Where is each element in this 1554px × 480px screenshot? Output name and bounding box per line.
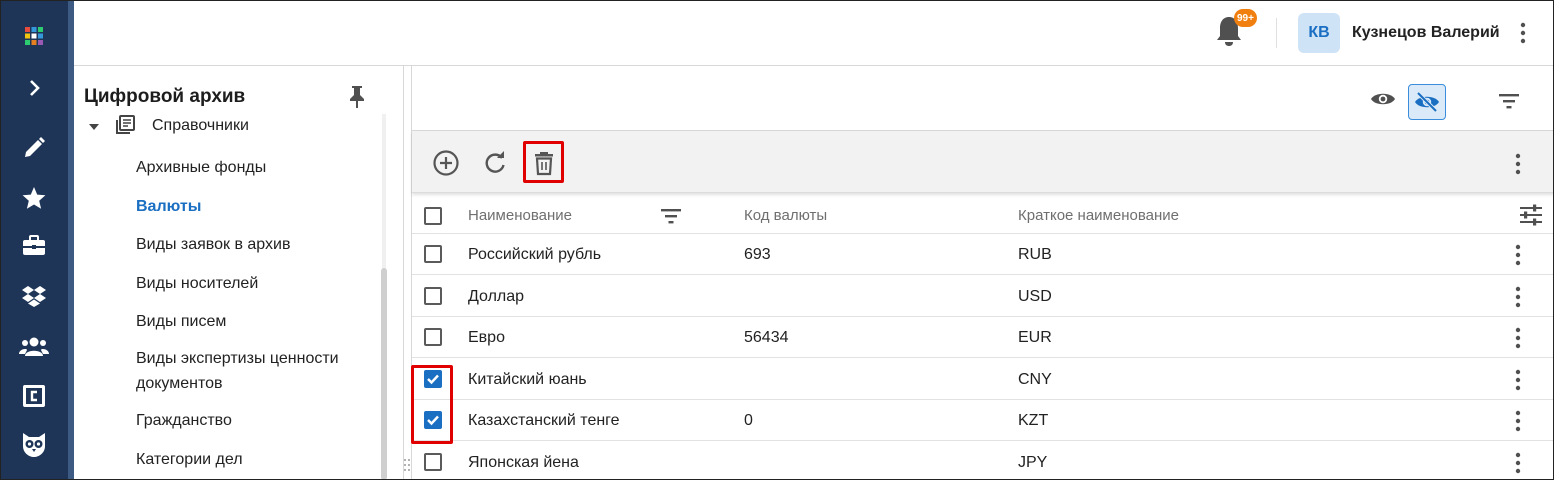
row-checkbox[interactable] [424, 369, 442, 388]
refresh-icon[interactable] [480, 148, 510, 178]
cell-name: Доллар [468, 287, 525, 305]
sidebar-item-expertise-types[interactable]: Виды экспертизы ценности документов [136, 346, 376, 396]
cell-name: Казахстанский тенге [468, 412, 620, 429]
sidebar-item-request-types[interactable]: Виды заявок в архив [136, 232, 376, 257]
sidebar: Цифровой архив Справочники Архивные фонд… [74, 66, 404, 480]
cell-short: CNY [1018, 370, 1052, 388]
pin-icon[interactable] [346, 84, 368, 110]
eye-icon[interactable] [1370, 88, 1396, 110]
sidebar-item-case-categories[interactable]: Категории дел [136, 447, 376, 472]
table-row[interactable]: Японская йена JPY [412, 442, 1554, 480]
cell-name: Японская йена [468, 453, 579, 471]
panel-splitter[interactable] [404, 66, 412, 480]
apps-grid-icon[interactable] [14, 16, 54, 56]
cell-short: JPY [1018, 453, 1048, 471]
table-toolbar [412, 131, 1554, 193]
table-row[interactable]: Китайский юань CNY [412, 359, 1554, 400]
avatar[interactable]: КВ [1298, 13, 1340, 53]
trash-icon[interactable] [529, 148, 559, 178]
star-icon[interactable] [14, 178, 54, 218]
table-row[interactable]: Российский рубль 693 RUB [412, 234, 1554, 275]
left-rail [0, 0, 68, 480]
sidebar-item-currencies[interactable]: Валюты [136, 194, 376, 219]
row-more-icon[interactable] [1508, 368, 1528, 392]
sidebar-scrollbar-thumb[interactable] [381, 268, 387, 480]
sidebar-item-media-types[interactable]: Виды носителей [136, 271, 376, 296]
eye-off-icon [1415, 91, 1439, 113]
tree-root-label[interactable]: Справочники [152, 117, 249, 135]
cell-code: 0 [744, 412, 753, 429]
select-all-checkbox[interactable] [424, 207, 442, 225]
table-row[interactable]: Евро 56434 EUR [412, 317, 1554, 358]
user-name[interactable]: Кузнецов Валерий [1352, 24, 1500, 42]
header-divider [1276, 18, 1277, 48]
filter-icon[interactable] [1498, 92, 1520, 110]
users-icon[interactable] [14, 326, 54, 366]
expand-chevron-icon[interactable] [14, 68, 54, 108]
view-bar [412, 66, 1554, 131]
tree-collapse-caret-icon[interactable] [88, 120, 100, 132]
cell-short: RUB [1018, 246, 1052, 263]
column-header-code[interactable]: Код валюты [744, 207, 827, 224]
row-checkbox[interactable] [424, 452, 442, 471]
table-row[interactable]: Доллар USD [412, 276, 1554, 317]
sidebar-item-letter-types[interactable]: Виды писем [136, 309, 376, 334]
cell-code: 693 [744, 246, 771, 263]
row-checkbox[interactable] [424, 245, 442, 263]
user-menu-more-icon[interactable] [1512, 20, 1534, 46]
row-more-icon[interactable] [1508, 243, 1528, 267]
check-icon [427, 415, 439, 426]
row-checkbox[interactable] [424, 328, 442, 346]
toolbox-icon[interactable] [14, 226, 54, 266]
sidebar-item-citizenship[interactable]: Гражданство [136, 408, 376, 433]
row-more-icon[interactable] [1508, 409, 1528, 433]
cell-short: USD [1018, 287, 1052, 305]
column-filter-icon[interactable] [660, 207, 682, 225]
sidebar-title: Цифровой архив [84, 86, 246, 107]
row-checkbox[interactable] [424, 411, 442, 429]
row-more-icon[interactable] [1508, 326, 1528, 350]
column-header-name[interactable]: Наименование [468, 207, 572, 224]
column-settings-icon[interactable] [1518, 202, 1544, 228]
library-books-icon [114, 114, 136, 136]
main-content: Наименование Код валюты Краткое наименов… [412, 66, 1554, 480]
sidebar-item-archive-funds[interactable]: Архивные фонды [136, 155, 376, 180]
row-more-icon[interactable] [1508, 285, 1528, 309]
add-circle-icon[interactable] [431, 148, 461, 178]
eye-off-button[interactable] [1408, 84, 1446, 120]
column-header-short[interactable]: Краткое наименование [1018, 207, 1179, 224]
dropbox-icon[interactable] [14, 276, 54, 316]
cell-name: Евро [468, 329, 505, 346]
owl-icon[interactable] [14, 424, 54, 464]
check-icon [427, 374, 439, 384]
row-checkbox[interactable] [424, 286, 442, 305]
cell-code: 56434 [744, 329, 789, 346]
drag-handle-icon[interactable] [403, 456, 411, 476]
notification-badge: 99+ [1234, 9, 1257, 27]
row-more-icon[interactable] [1508, 451, 1528, 475]
toolbar-more-icon[interactable] [1508, 151, 1528, 177]
cell-name: Китайский юань [468, 370, 587, 388]
c-box-icon[interactable] [14, 376, 54, 416]
cell-short: EUR [1018, 329, 1052, 346]
cell-short: KZT [1018, 412, 1049, 429]
table-header-row: Наименование Код валюты Краткое наименов… [412, 193, 1554, 234]
pencil-icon[interactable] [14, 128, 54, 168]
cell-name: Российский рубль [468, 246, 602, 263]
table-row[interactable]: Казахстанский тенге 0 KZT [412, 400, 1554, 441]
